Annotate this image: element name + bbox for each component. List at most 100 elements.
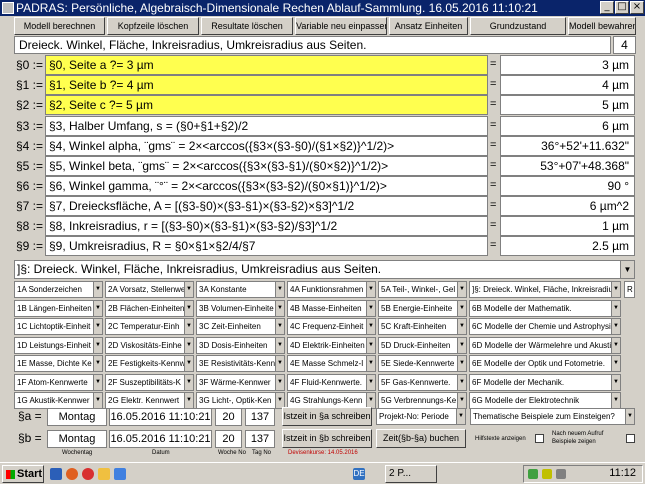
variable-expression[interactable]: §3, Halber Umfang, s = (§0+§1+§2)/2 (45, 116, 488, 136)
chevron-down-icon[interactable]: ▼ (93, 282, 102, 297)
chevron-down-icon[interactable]: ▼ (611, 356, 620, 371)
modell-berechnen-button[interactable]: Modell berechnen (14, 17, 105, 35)
kopfzeile-loeschen-button[interactable]: Kopfzeile löschen (107, 17, 199, 35)
unit-category-select[interactable]: 4C Frequenz-Einheit ▼ (287, 318, 376, 335)
chevron-down-icon[interactable]: ▼ (457, 374, 466, 390)
unit-category-select[interactable]: 5F Gas-Kennwerte. ▼ (378, 373, 467, 391)
a-day-number-field[interactable]: 137 (245, 408, 275, 426)
unit-category-select[interactable]: 1D Leistungs-Einheit ▼ (14, 336, 103, 354)
chevron-down-icon[interactable]: ▼ (93, 374, 102, 390)
a-weekday-field[interactable]: Montag (47, 408, 107, 426)
unit-category-select[interactable]: ]§: Dreieck. Winkel, Fläche, Inkreisradi… (469, 281, 621, 298)
start-button[interactable]: Start (2, 465, 44, 483)
hilfstexte-checkbox[interactable] (535, 434, 544, 443)
unit-category-select[interactable]: 3B Volumen-Einheite ▼ (196, 299, 285, 317)
variable-result[interactable]: 5 µm (500, 95, 635, 115)
unit-category-select[interactable]: 2B Flächen-Einheiten ▼ (105, 299, 194, 317)
chevron-down-icon[interactable]: ▼ (611, 393, 620, 408)
variable-expression[interactable]: §1, Seite b ?= 4 µm (45, 75, 488, 95)
b-day-number-field[interactable]: 137 (245, 430, 275, 448)
chevron-down-icon[interactable]: ▼ (456, 409, 465, 424)
chevron-down-icon[interactable]: ▼ (275, 300, 284, 316)
unit-category-select[interactable]: 6G Modelle der Elektrotechnik ▼ (469, 392, 621, 409)
grundzustand-button[interactable]: Grundzustand (470, 17, 566, 35)
close-button[interactable]: × (630, 1, 644, 14)
chevron-down-icon[interactable]: ▼ (611, 319, 620, 334)
app-icon[interactable] (114, 468, 126, 480)
chevron-down-icon[interactable]: ▼ (366, 282, 375, 297)
chevron-down-icon[interactable]: ▼ (611, 337, 620, 353)
chevron-down-icon[interactable]: ▼ (620, 261, 634, 278)
a-datetime-field[interactable]: 16.05.2016 11:10:21 (109, 408, 212, 426)
unit-category-select[interactable]: 5C Kraft-Einheiten ▼ (378, 318, 467, 335)
chevron-down-icon[interactable]: ▼ (275, 282, 284, 297)
chevron-down-icon[interactable]: ▼ (93, 393, 102, 408)
unit-category-select[interactable]: 4E Masse Schmelz-I ▼ (287, 355, 376, 372)
taskbar-item-padras[interactable]: 2 P... (385, 465, 437, 483)
unit-category-select[interactable]: 3C Zeit-Einheiten ▼ (196, 318, 285, 335)
chevron-down-icon[interactable]: ▼ (366, 337, 375, 353)
chevron-down-icon[interactable]: ▼ (184, 282, 193, 297)
unit-category-select[interactable]: 6B Modelle der Mathematik. ▼ (469, 299, 621, 317)
unit-category-select[interactable]: 1C Lichtoptik-Einheit ▼ (14, 318, 103, 335)
unit-category-select[interactable]: 3D Dosis-Einheiten ▼ (196, 336, 285, 354)
unit-category-select[interactable]: 4F Fluid-Kennwerte. ▼ (287, 373, 376, 391)
istzeit-b-button[interactable]: Istzeit in §b schreiben (282, 429, 372, 448)
media-icon[interactable] (82, 468, 94, 480)
chevron-down-icon[interactable]: ▼ (184, 319, 193, 334)
thematische-beispiele-select[interactable]: Thematische Beispiele zum Einsteigen? ▼ (470, 408, 635, 425)
variable-result[interactable]: 2.5 µm (500, 236, 635, 256)
chevron-down-icon[interactable]: ▼ (457, 300, 466, 316)
unit-category-select[interactable]: 1G Akustik-Kennwer ▼ (14, 392, 103, 409)
chevron-down-icon[interactable]: ▼ (611, 374, 620, 390)
variable-expression[interactable]: §9, Umkreisradius, R = §0×§1×§2/4/§7 (45, 236, 488, 256)
folder-icon[interactable] (98, 468, 110, 480)
unit-category-select[interactable]: 4D Elektrik-Einheiten ▼ (287, 336, 376, 354)
chevron-down-icon[interactable]: ▼ (93, 356, 102, 371)
unit-category-select[interactable]: 2F Suszeptibilitäts-K ▼ (105, 373, 194, 391)
minimize-button[interactable]: _ (600, 1, 614, 14)
unit-category-select[interactable]: 1F Atom-Kennwerte ▼ (14, 373, 103, 391)
modell-bewahren-button[interactable]: Modell bewahren (568, 17, 636, 35)
chevron-down-icon[interactable]: ▼ (184, 374, 193, 390)
variable-result[interactable]: 3 µm (500, 55, 635, 75)
variable-result[interactable]: 1 µm (500, 216, 635, 236)
unit-category-select[interactable]: 2C Temperatur-Einh ▼ (105, 318, 194, 335)
chevron-down-icon[interactable]: ▼ (625, 409, 634, 424)
model-title-field[interactable]: Dreieck. Winkel, Fläche, Inkreisradius, … (14, 36, 611, 54)
browser-icon[interactable] (66, 468, 78, 480)
ansatz-einheiten-button[interactable]: Ansatz Einheiten (389, 17, 468, 35)
b-weekday-field[interactable]: Montag (47, 430, 107, 448)
chevron-down-icon[interactable]: ▼ (275, 319, 284, 334)
projekt-periode-select[interactable]: Projekt-No: Periode ▼ (376, 408, 466, 425)
network-icon[interactable] (528, 469, 538, 479)
model-number-field[interactable]: 4 (613, 36, 636, 54)
unit-category-select[interactable]: 6E Modelle der Optik und Fotometrie. ▼ (469, 355, 621, 372)
chevron-down-icon[interactable]: ▼ (457, 393, 466, 408)
unit-category-select[interactable]: 3F Wärme-Kennwer ▼ (196, 373, 285, 391)
unit-category-select[interactable]: 4B Masse-Einheiten ▼ (287, 299, 376, 317)
chevron-down-icon[interactable]: ▼ (366, 319, 375, 334)
chevron-down-icon[interactable]: ▼ (611, 282, 620, 297)
variable-expression[interactable]: §2, Seite c ?= 5 µm (45, 95, 488, 115)
extra-small-button[interactable]: R (624, 281, 635, 298)
quicklaunch-icon[interactable] (50, 468, 62, 480)
chevron-down-icon[interactable]: ▼ (93, 337, 102, 353)
chevron-down-icon[interactable]: ▼ (457, 282, 466, 297)
chevron-down-icon[interactable]: ▼ (611, 300, 620, 316)
unit-category-select[interactable]: 3A Konstante ▼ (196, 281, 285, 298)
beispiele-checkbox[interactable] (626, 434, 635, 443)
variable-expression[interactable]: §5, Winkel beta, ¨gms¨ = 2×<arccos({§3×(… (45, 156, 488, 176)
unit-category-select[interactable]: 6D Modelle der Wärmelehre und Akustik. ▼ (469, 336, 621, 354)
variable-expression[interactable]: §7, Dreiecksfläche, A = [(§3-§0)×(§3-§1)… (45, 196, 488, 216)
variable-result[interactable]: 90 ° (500, 176, 635, 196)
chevron-down-icon[interactable]: ▼ (457, 356, 466, 371)
unit-category-select[interactable]: 1A Sonderzeichen ▼ (14, 281, 103, 298)
unit-category-select[interactable]: 5G Verbrennungs-Ke ▼ (378, 392, 467, 409)
chevron-down-icon[interactable]: ▼ (184, 393, 193, 408)
zeit-buchen-button[interactable]: Zeit(§b-§a) buchen (376, 429, 466, 448)
chevron-down-icon[interactable]: ▼ (275, 393, 284, 408)
istzeit-a-button[interactable]: Istzeit in §a schreiben (282, 407, 372, 426)
variable-result[interactable]: 53°+07'+48.368" (500, 156, 635, 176)
variable-expression[interactable]: §0, Seite a ?= 3 µm (45, 55, 488, 75)
